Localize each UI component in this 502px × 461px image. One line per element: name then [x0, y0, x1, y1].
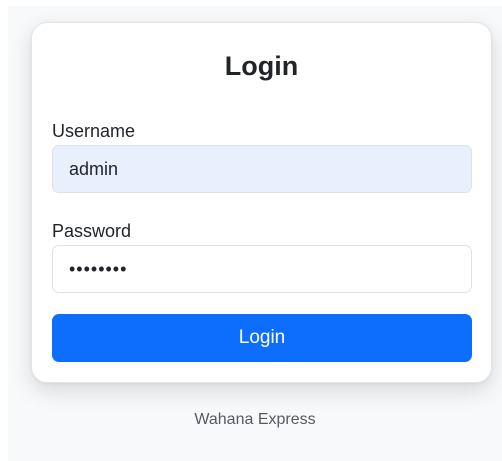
password-label: Password	[52, 221, 132, 241]
username-input[interactable]	[52, 145, 472, 193]
username-label: Username	[52, 121, 136, 141]
login-card: Login Username Password Login	[31, 22, 492, 383]
login-title: Login	[224, 51, 299, 81]
password-input[interactable]	[52, 245, 472, 293]
login-button[interactable]: Login	[52, 314, 472, 362]
footer-brand: Wahana Express	[194, 411, 316, 428]
